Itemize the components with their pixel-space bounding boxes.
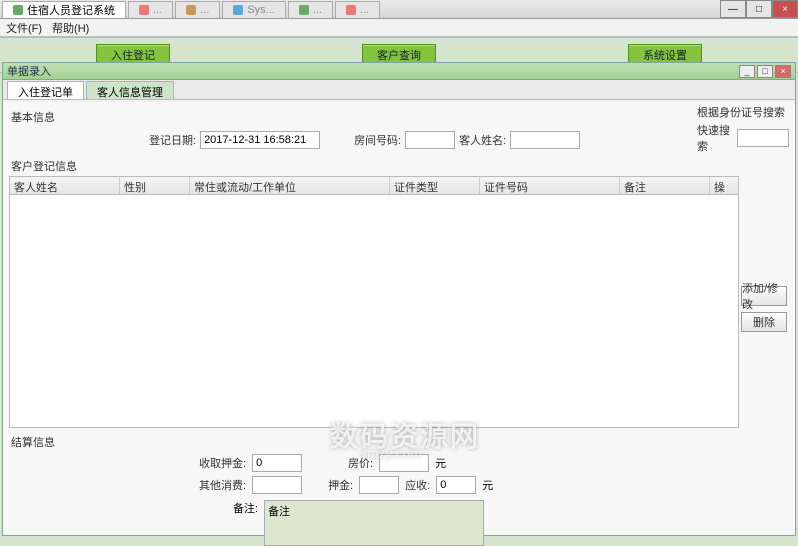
- remark-textarea[interactable]: [264, 500, 484, 546]
- guest-grid-label: 客户登记信息: [11, 158, 789, 174]
- tab-icon: [299, 5, 309, 15]
- menu-help[interactable]: 帮助(H): [52, 20, 89, 36]
- sub-minimize-button[interactable]: _: [739, 65, 755, 78]
- minimize-button[interactable]: —: [720, 0, 746, 18]
- tab-icon: [346, 5, 356, 15]
- bg-tab-1[interactable]: ...: [128, 1, 173, 18]
- col-idtype[interactable]: 证件类型: [390, 177, 480, 194]
- grid-body[interactable]: [10, 195, 738, 427]
- guest-grid[interactable]: 客人姓名 性别 常住或流动/工作单位 证件类型 证件号码 备注 操: [9, 176, 739, 428]
- maximize-button[interactable]: □: [746, 0, 772, 18]
- tab-checkin-form[interactable]: 入住登记单: [7, 81, 84, 99]
- remark-row: 备注:: [9, 500, 789, 546]
- unit-1: 元: [435, 455, 446, 471]
- sub-maximize-button[interactable]: □: [757, 65, 773, 78]
- bg-tab-4[interactable]: ...: [288, 1, 333, 18]
- quick-search-input[interactable]: [737, 129, 789, 147]
- guest-name-input[interactable]: [510, 131, 580, 149]
- menu-file[interactable]: 文件(F): [6, 20, 42, 36]
- tab-guest-manage[interactable]: 客人信息管理: [86, 81, 174, 99]
- sub-tabs: 入住登记单 客人信息管理: [3, 80, 795, 100]
- guest-name-label: 客人姓名:: [459, 132, 506, 148]
- depositret-input[interactable]: [359, 476, 399, 494]
- grid-side-buttons: 添加/修改 删除: [739, 176, 789, 428]
- delete-button[interactable]: 删除: [741, 312, 787, 332]
- basic-info-row: 登记日期: 房间号码: 客人姓名:: [9, 127, 789, 155]
- col-idno[interactable]: 证件号码: [480, 177, 620, 194]
- tab-icon: [233, 5, 243, 15]
- roomfee-input[interactable]: [379, 454, 429, 472]
- basic-info-label: 基本信息: [11, 109, 789, 125]
- col-addr[interactable]: 常住或流动/工作单位: [190, 177, 390, 194]
- close-button[interactable]: ×: [772, 0, 798, 18]
- search-by-id-label: 根据身份证号搜索: [697, 104, 789, 120]
- bg-tab-5[interactable]: ...: [335, 1, 380, 18]
- col-name[interactable]: 客人姓名: [10, 177, 120, 194]
- sub-window-title: 单据录入: [7, 63, 51, 79]
- search-panel: 根据身份证号搜索 快速搜索: [697, 104, 789, 154]
- col-remark[interactable]: 备注: [620, 177, 710, 194]
- sub-window-titlebar: 单据录入 _ □ ×: [3, 63, 795, 80]
- bg-tab-2[interactable]: ...: [175, 1, 220, 18]
- grid-header: 客人姓名 性别 常住或流动/工作单位 证件类型 证件号码 备注 操: [10, 177, 738, 195]
- fee-row-1: 收取押金: 房价: 元: [9, 452, 789, 474]
- receive-label: 应收:: [405, 477, 430, 493]
- fee-group-label: 结算信息: [11, 434, 789, 450]
- col-op[interactable]: 操: [710, 177, 738, 194]
- sub-window: 单据录入 _ □ × 入住登记单 客人信息管理 基本信息 根据身份证号搜索 快速…: [2, 62, 796, 536]
- quick-search-label: 快速搜索: [697, 122, 734, 154]
- col-sex[interactable]: 性别: [120, 177, 190, 194]
- depositret-label: 押金:: [328, 477, 353, 493]
- os-tab-bar: 住宿人员登记系统 ... ... Sys... ... ... — □ ×: [0, 0, 798, 19]
- remark-label: 备注:: [233, 500, 258, 516]
- window-controls: — □ ×: [720, 0, 798, 18]
- register-date-input[interactable]: [200, 131, 320, 149]
- app-title: 住宿人员登记系统: [27, 2, 115, 18]
- fee-row-2: 其他消费: 押金: 应收: 元: [9, 474, 789, 496]
- app-title-tab[interactable]: 住宿人员登记系统: [2, 1, 126, 18]
- menu-bar: 文件(F) 帮助(H): [0, 19, 798, 37]
- otherfee-input[interactable]: [252, 476, 302, 494]
- deposit-label: 收取押金:: [199, 455, 246, 471]
- otherfee-label: 其他消费:: [199, 477, 246, 493]
- receive-input[interactable]: [436, 476, 476, 494]
- app-icon: [13, 5, 23, 15]
- bg-tab-3[interactable]: Sys...: [222, 1, 286, 18]
- register-date-label: 登记日期:: [149, 132, 196, 148]
- tab-icon: [186, 5, 196, 15]
- room-number-input[interactable]: [405, 131, 455, 149]
- tab-icon: [139, 5, 149, 15]
- content-area: 基本信息 根据身份证号搜索 快速搜索 登记日期: 房间号码: 客人姓名: 客户登…: [3, 102, 795, 535]
- unit-2: 元: [482, 477, 493, 493]
- roomfee-label: 房价:: [348, 455, 373, 471]
- sub-close-button[interactable]: ×: [775, 65, 791, 78]
- room-number-label: 房间号码:: [354, 132, 401, 148]
- add-edit-button[interactable]: 添加/修改: [741, 286, 787, 306]
- deposit-input[interactable]: [252, 454, 302, 472]
